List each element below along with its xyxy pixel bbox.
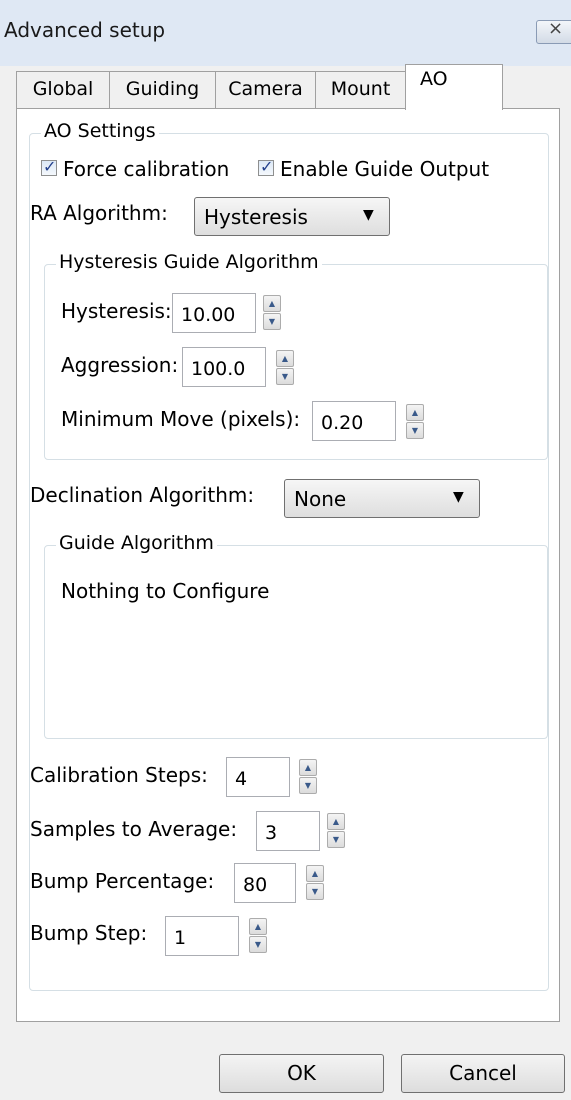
- spin-down-icon[interactable]: ▼: [299, 777, 317, 794]
- ok-button[interactable]: OK: [219, 1054, 384, 1093]
- hysteresis-label: Hysteresis:: [61, 299, 172, 323]
- samples-to-average-stepper[interactable]: ▲ ▼: [327, 813, 345, 849]
- spin-down-icon[interactable]: ▼: [263, 313, 281, 330]
- min-move-value: 0.20: [321, 412, 364, 434]
- window-title: Advanced setup: [4, 18, 166, 42]
- hysteresis-group-label: Hysteresis Guide Algorithm: [56, 251, 322, 273]
- tab-ao[interactable]: AO: [405, 64, 503, 110]
- guide-algorithm-message: Nothing to Configure: [61, 579, 270, 603]
- bump-step-value: 1: [174, 927, 187, 949]
- hysteresis-value: 10.00: [181, 304, 236, 326]
- ao-tab-panel: AO Settings ✓ Force calibration ✓ Enable…: [16, 108, 560, 1022]
- enable-guide-output-label: Enable Guide Output: [280, 157, 490, 181]
- dec-algorithm-value: None: [294, 487, 347, 511]
- cancel-button[interactable]: Cancel: [401, 1054, 565, 1093]
- close-icon: ×: [548, 18, 564, 39]
- title-bar: Advanced setup ×: [0, 0, 571, 66]
- min-move-label: Minimum Move (pixels):: [61, 407, 301, 431]
- samples-to-average-input[interactable]: 3: [256, 811, 320, 851]
- spin-down-icon[interactable]: ▼: [276, 368, 294, 385]
- tab-mount[interactable]: Mount: [315, 71, 406, 109]
- enable-guide-output-checkbox[interactable]: ✓: [258, 157, 274, 176]
- force-calibration-checkbox[interactable]: ✓: [41, 157, 57, 176]
- close-button[interactable]: ×: [536, 18, 571, 44]
- force-calibration-label: Force calibration: [63, 157, 230, 181]
- spin-up-icon[interactable]: ▲: [263, 295, 281, 312]
- bump-percentage-stepper[interactable]: ▲ ▼: [306, 865, 324, 901]
- ao-settings-group-label: AO Settings: [41, 120, 159, 142]
- calibration-steps-label: Calibration Steps:: [30, 763, 208, 787]
- chevron-down-icon: ▼: [453, 489, 464, 505]
- spin-down-icon[interactable]: ▼: [249, 936, 267, 953]
- min-move-input[interactable]: 0.20: [312, 401, 396, 441]
- check-icon: ✓: [260, 157, 274, 176]
- spin-down-icon[interactable]: ▼: [406, 422, 424, 439]
- spin-up-icon[interactable]: ▲: [406, 404, 424, 421]
- aggression-value: 100.0: [191, 358, 246, 380]
- tab-camera[interactable]: Camera: [215, 71, 316, 109]
- dec-algorithm-label: Declination Algorithm:: [30, 483, 255, 507]
- hysteresis-input[interactable]: 10.00: [172, 293, 256, 333]
- aggression-stepper[interactable]: ▲ ▼: [276, 350, 294, 386]
- tab-global[interactable]: Global: [16, 71, 110, 109]
- bump-step-label: Bump Step:: [30, 921, 148, 945]
- check-icon: ✓: [43, 157, 57, 176]
- ra-algorithm-select[interactable]: Hysteresis ▼: [194, 197, 390, 236]
- spin-down-icon[interactable]: ▼: [306, 883, 324, 900]
- guide-algorithm-group: [44, 545, 548, 739]
- bump-percentage-input[interactable]: 80: [234, 863, 296, 903]
- calibration-steps-input[interactable]: 4: [226, 757, 290, 797]
- ra-algorithm-label: RA Algorithm:: [30, 201, 168, 225]
- bump-percentage-label: Bump Percentage:: [30, 869, 215, 893]
- spin-up-icon[interactable]: ▲: [249, 918, 267, 935]
- spin-up-icon[interactable]: ▲: [276, 350, 294, 367]
- chevron-down-icon: ▼: [363, 207, 374, 223]
- bump-percentage-value: 80: [243, 874, 268, 896]
- aggression-label: Aggression:: [61, 353, 179, 377]
- dec-algorithm-select[interactable]: None ▼: [284, 479, 480, 518]
- spin-up-icon[interactable]: ▲: [306, 865, 324, 882]
- samples-to-average-value: 3: [265, 822, 278, 844]
- spin-up-icon[interactable]: ▲: [327, 813, 345, 830]
- bump-step-input[interactable]: 1: [165, 916, 239, 956]
- spin-down-icon[interactable]: ▼: [327, 831, 345, 848]
- calibration-steps-value: 4: [235, 768, 248, 790]
- bump-step-stepper[interactable]: ▲ ▼: [249, 918, 267, 954]
- samples-to-average-label: Samples to Average:: [30, 817, 238, 841]
- aggression-input[interactable]: 100.0: [182, 347, 266, 387]
- ra-algorithm-value: Hysteresis: [204, 205, 308, 229]
- spin-up-icon[interactable]: ▲: [299, 759, 317, 776]
- min-move-stepper[interactable]: ▲ ▼: [406, 404, 424, 440]
- hysteresis-stepper[interactable]: ▲ ▼: [263, 295, 281, 331]
- guide-algorithm-group-label: Guide Algorithm: [56, 532, 217, 554]
- calibration-steps-stepper[interactable]: ▲ ▼: [299, 759, 317, 795]
- tab-guiding[interactable]: Guiding: [109, 71, 216, 109]
